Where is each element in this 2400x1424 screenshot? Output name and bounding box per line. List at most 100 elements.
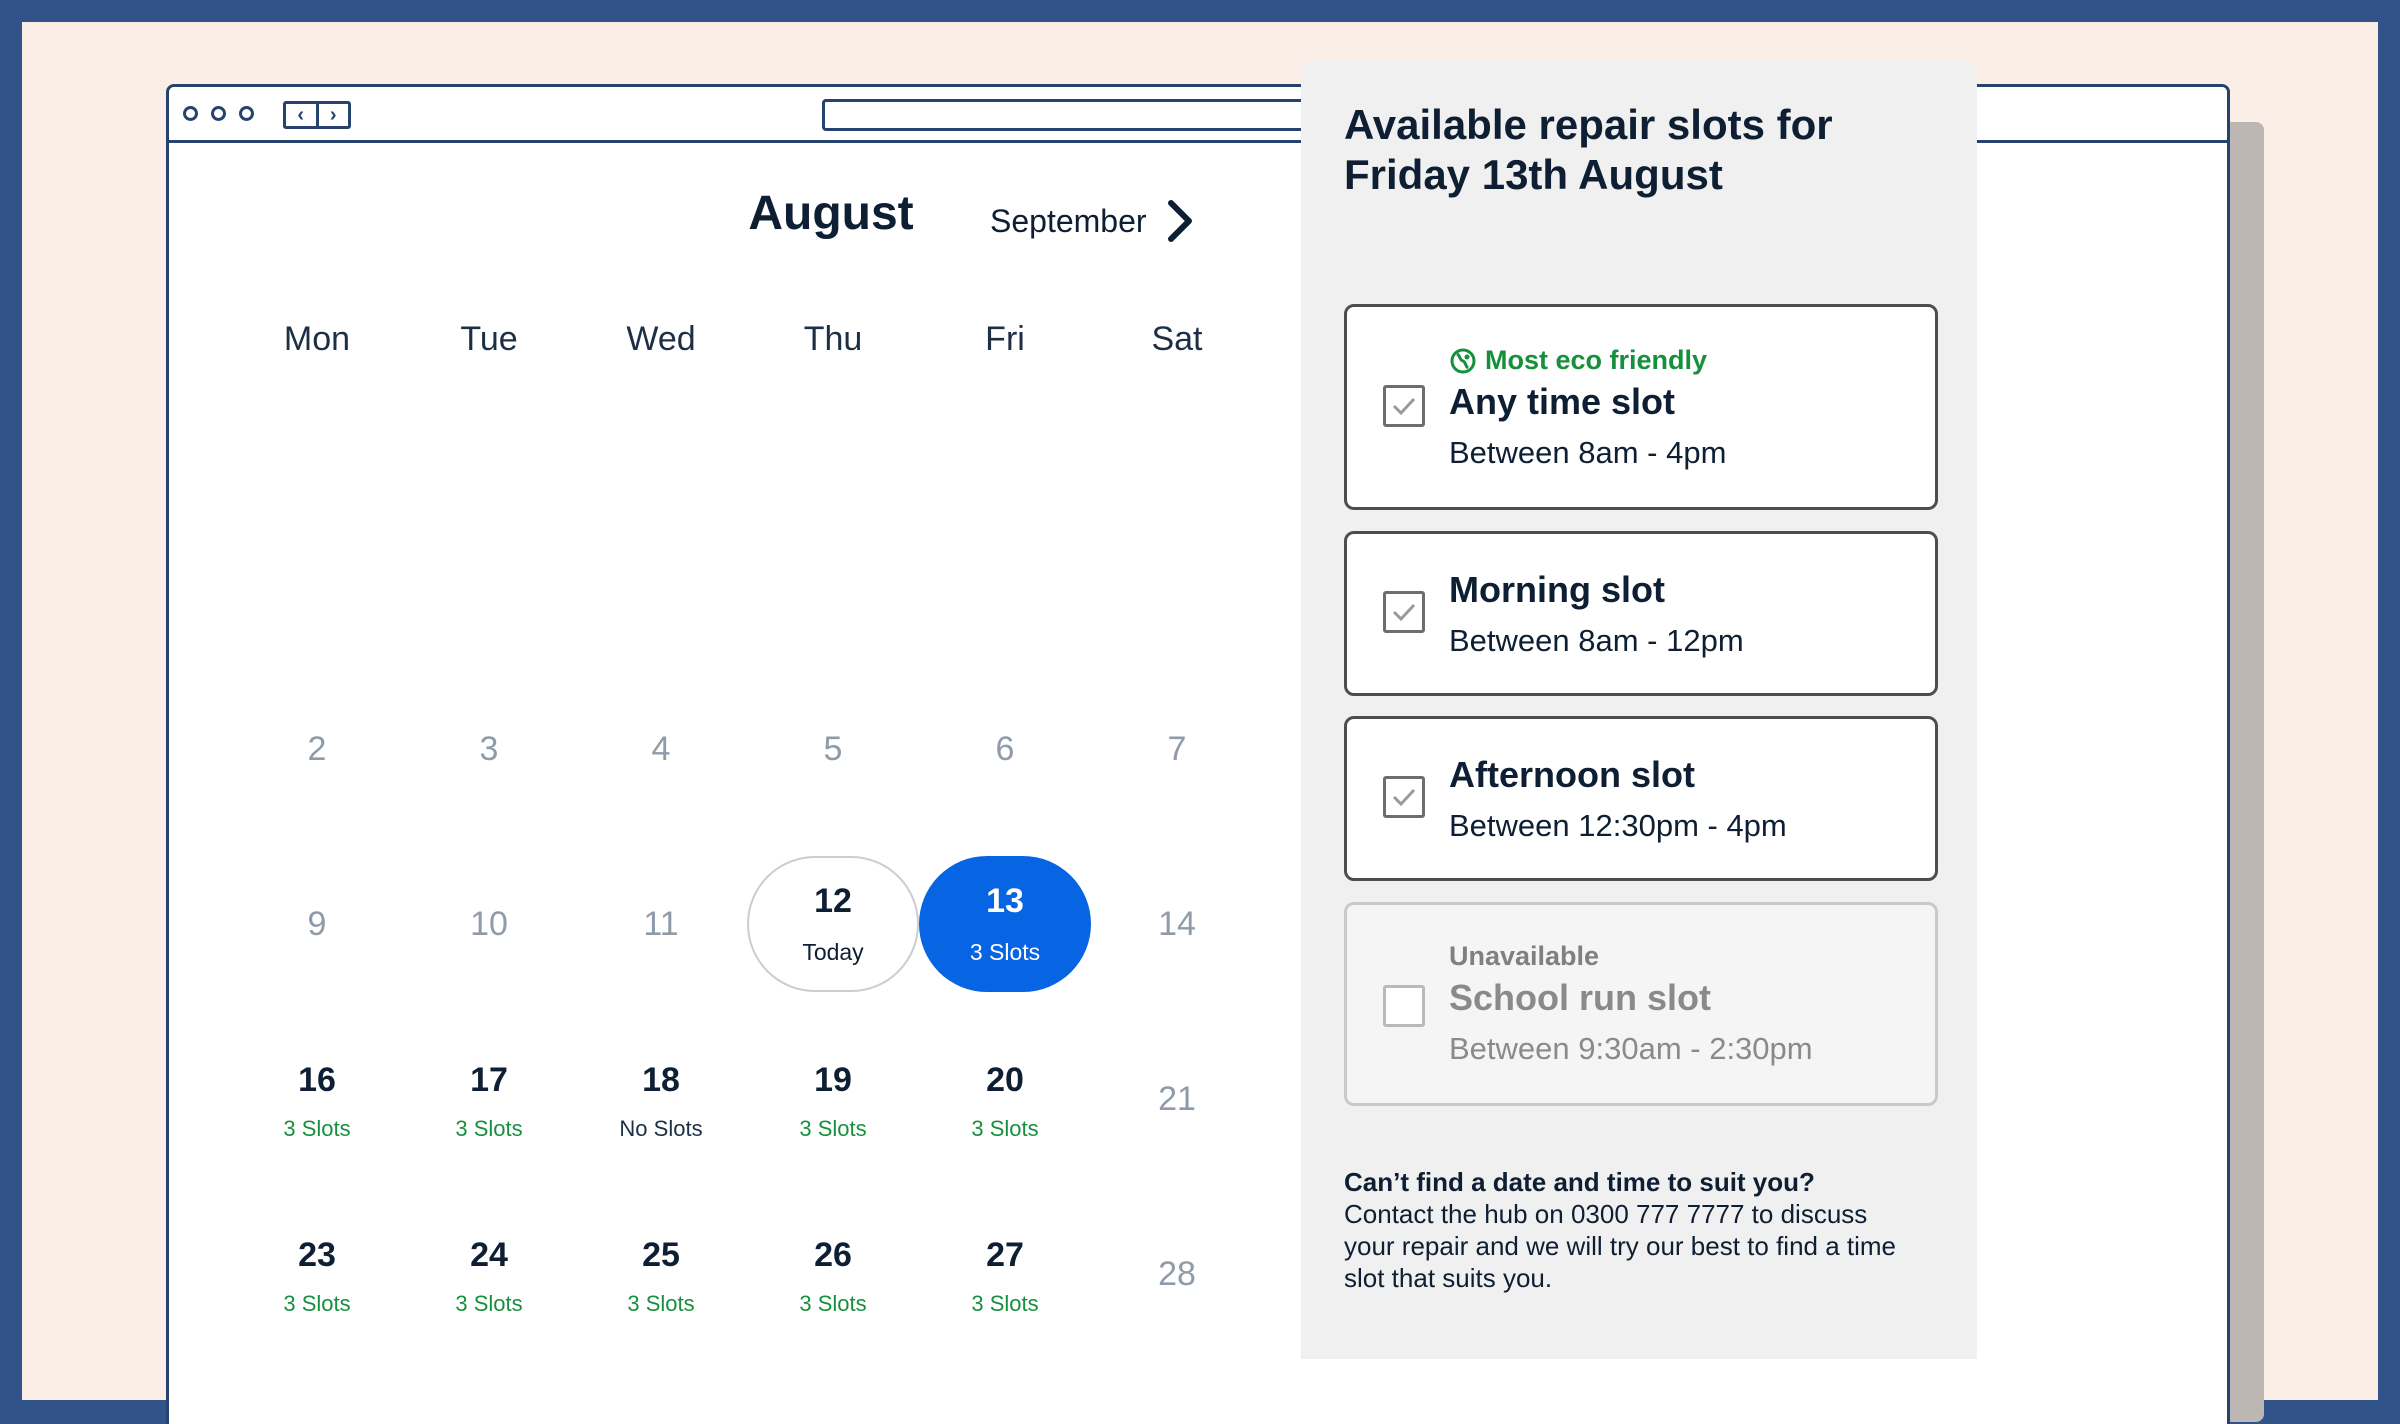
calendar-day-slots: No Slots — [619, 1115, 703, 1141]
slot-title: Morning slot — [1449, 569, 1665, 610]
calendar-day-slots: 3 Slots — [969, 939, 1041, 965]
check-icon — [1392, 603, 1416, 622]
calendar-day[interactable]: 19 3 Slots — [747, 1031, 919, 1167]
calendar-day: 18 No Slots — [575, 1031, 747, 1167]
slot-time: Between 8am - 4pm — [1449, 435, 1727, 470]
slot-card-afternoon[interactable]: Afternoon slot Between 12:30pm - 4pm — [1344, 716, 1938, 881]
calendar-day: 10 — [403, 856, 575, 992]
calendar-day-number: 20 — [986, 1060, 1024, 1099]
help-body-line: slot that suits you. — [1344, 1263, 1553, 1293]
calendar-day[interactable]: 23 3 Slots — [231, 1206, 403, 1342]
calendar-day-number: 26 — [814, 1235, 852, 1274]
calendar-day: 4 — [575, 681, 747, 817]
calendar-day-number: 3 — [479, 729, 499, 768]
calendar-day-number: 19 — [814, 1060, 852, 1099]
calendar-day-number: 23 — [298, 1235, 336, 1274]
calendar-day-number: 17 — [470, 1060, 508, 1099]
calendar-day-number: 2 — [307, 729, 327, 768]
next-month-button[interactable]: September — [990, 196, 1193, 246]
calendar-day-number: 11 — [643, 904, 679, 943]
weekday-header: Tue — [460, 320, 518, 358]
slot-checkbox[interactable] — [1383, 591, 1425, 633]
nav-buttons: ‹ › — [283, 101, 351, 129]
slot-title: Any time slot — [1449, 381, 1676, 422]
calendar-day-number: 28 — [1158, 1254, 1196, 1293]
weekday-header: Sat — [1151, 320, 1203, 358]
calendar-day-slots: 3 Slots — [799, 1290, 867, 1316]
calendar-day-slots: Today — [802, 939, 864, 965]
slot-card-school-run: Unavailable School run slot Between 9:30… — [1344, 902, 1938, 1106]
slot-checkbox[interactable] — [1383, 776, 1425, 818]
calendar-day: 11 — [575, 856, 747, 992]
next-month-label: September — [990, 202, 1147, 239]
slots-panel-title-line: Friday 13th August — [1344, 151, 1723, 198]
calendar-day[interactable]: 17 3 Slots — [403, 1031, 575, 1167]
calendar-day-number: 6 — [995, 729, 1015, 768]
weekday-header: Thu — [803, 320, 863, 358]
calendar-day-slots: 3 Slots — [627, 1290, 695, 1316]
calendar-day-number: 12 — [814, 882, 852, 920]
calendar-day-number: 25 — [642, 1235, 680, 1274]
unavailable-tag: Unavailable — [1449, 941, 1600, 971]
calendar-day-slots: 3 Slots — [283, 1115, 351, 1141]
slots-panel — [1301, 59, 1977, 1359]
help-text: Can’t find a date and time to suit you? … — [1344, 1166, 1944, 1294]
slot-checkbox[interactable] — [1383, 385, 1425, 427]
calendar-day[interactable]: 27 3 Slots — [919, 1206, 1091, 1342]
calendar-day-number: 24 — [470, 1235, 508, 1274]
calendar-day: 9 — [231, 856, 403, 992]
calendar-day: 7 — [1091, 681, 1263, 817]
calendar-day[interactable]: 25 3 Slots — [575, 1206, 747, 1342]
calendar-day-number: 10 — [470, 904, 508, 943]
window-dot-icon[interactable] — [239, 106, 254, 121]
calendar-day-slots: 3 Slots — [799, 1115, 867, 1141]
slot-title: School run slot — [1449, 977, 1712, 1018]
weekday-header: Fri — [985, 320, 1025, 358]
calendar-day[interactable]: 20 3 Slots — [919, 1031, 1091, 1167]
slot-card-morning[interactable]: Morning slot Between 8am - 12pm — [1344, 531, 1938, 696]
help-body-line: Contact the hub on 0300 777 7777 to disc… — [1344, 1199, 1868, 1229]
slots-panel-title: Available repair slots for Friday 13th A… — [1344, 100, 1954, 200]
calendar-day-number: 18 — [642, 1060, 680, 1099]
calendar-day-number: 5 — [823, 729, 843, 768]
calendar-day-number: 7 — [1167, 729, 1187, 768]
weekday-header: Mon — [283, 320, 351, 358]
month-title: August — [748, 187, 914, 240]
slots-panel-title-line: Available repair slots for — [1344, 101, 1833, 148]
weekday-header: Wed — [626, 320, 696, 358]
calendar-day[interactable]: 24 3 Slots — [403, 1206, 575, 1342]
chevron-right-icon — [1167, 200, 1192, 242]
calendar-day-slots: 3 Slots — [455, 1290, 523, 1316]
check-icon — [1392, 788, 1416, 807]
back-icon[interactable]: ‹ — [286, 104, 316, 126]
calendar-day[interactable]: 16 3 Slots — [231, 1031, 403, 1167]
globe-icon — [1450, 348, 1476, 373]
eco-tag-label: Most eco friendly — [1485, 345, 1708, 375]
window-dot-icon[interactable] — [211, 106, 226, 121]
calendar-day[interactable]: 13 3 Slots — [919, 856, 1091, 992]
calendar-day[interactable]: 26 3 Slots — [747, 1206, 919, 1342]
calendar-day-slots: 3 Slots — [455, 1115, 523, 1141]
calendar-day-number: 16 — [298, 1060, 336, 1099]
slot-checkbox — [1383, 985, 1425, 1027]
calendar-day-number: 27 — [986, 1235, 1024, 1274]
eco-tag: Most eco friendly — [1449, 345, 1707, 376]
calendar-day: 3 — [403, 681, 575, 817]
help-body-line: your repair and we will try our best to … — [1344, 1231, 1897, 1261]
slot-title: Afternoon slot — [1449, 754, 1695, 795]
check-icon — [1392, 397, 1416, 416]
calendar-day-number: 14 — [1158, 904, 1196, 943]
calendar-day-number: 21 — [1158, 1079, 1196, 1118]
calendar-day: 21 — [1091, 1031, 1263, 1167]
calendar-day-number: 4 — [651, 729, 671, 768]
calendar-day-slots: 3 Slots — [971, 1115, 1039, 1141]
forward-icon[interactable]: › — [315, 104, 349, 126]
calendar-day: 28 — [1091, 1206, 1263, 1342]
slot-time: Between 12:30pm - 4pm — [1449, 808, 1787, 843]
calendar-day: 2 — [231, 681, 403, 817]
calendar-day-number: 13 — [986, 882, 1024, 920]
calendar-day: 6 — [919, 681, 1091, 817]
slot-card-any-time[interactable]: Most eco friendly Any time slot Between … — [1344, 304, 1938, 510]
window-dot-icon[interactable] — [183, 106, 198, 121]
calendar-day: 5 — [747, 681, 919, 817]
